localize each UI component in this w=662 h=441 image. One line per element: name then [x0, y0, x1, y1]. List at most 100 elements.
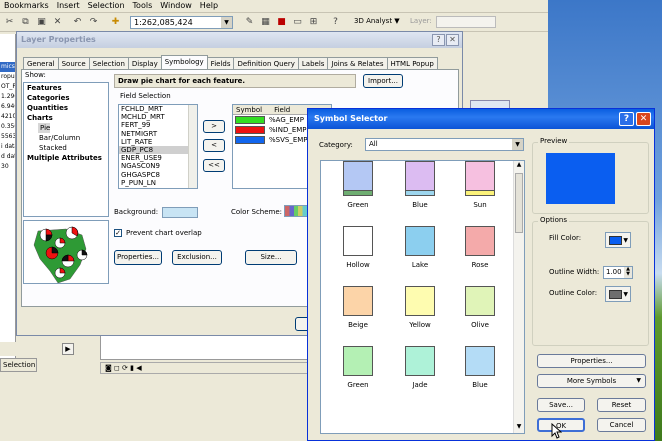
fill-color-button[interactable]: ▼: [605, 232, 631, 248]
show-item-multiple-attributes[interactable]: Multiple Attributes: [24, 153, 108, 163]
delete-icon[interactable]: ✕: [52, 17, 63, 28]
field-item[interactable]: NGASC0N9: [119, 162, 197, 170]
color-scheme-select[interactable]: [284, 205, 308, 217]
symbol-swatch-item[interactable]: Hollow: [329, 226, 387, 269]
remove-field-button[interactable]: <: [203, 139, 225, 152]
editor-icon[interactable]: ✎: [244, 17, 255, 28]
tab-symbology[interactable]: Symbology: [160, 55, 208, 70]
field-item[interactable]: LIT_RATE: [119, 138, 197, 146]
menu-insert[interactable]: Insert: [53, 0, 84, 11]
selection-tab[interactable]: Selection: [0, 358, 37, 372]
field-item[interactable]: ENER_USE9: [119, 154, 197, 162]
symbol-swatch-item[interactable]: [329, 161, 387, 196]
symbol-swatch[interactable]: [235, 116, 265, 124]
copy-icon[interactable]: ⧉: [20, 17, 31, 28]
symbol-swatch-item[interactable]: Jade: [391, 346, 449, 389]
toc-line: d dat: [1, 153, 15, 160]
menu-tools[interactable]: Tools: [129, 0, 157, 11]
field-list[interactable]: FCHLD_MRT MCHLD_MRT FERT_99 NETMIGRT LIT…: [118, 104, 198, 189]
symbol-swatch-item[interactable]: Blue: [451, 346, 509, 389]
arctoolbox-icon[interactable]: ■: [276, 17, 287, 28]
spinner-icon[interactable]: ▲ ▼: [624, 267, 632, 278]
whats-this-icon[interactable]: ?: [330, 17, 341, 28]
menu-bar: Bookmarks Insert Selection Tools Window Help: [0, 0, 548, 13]
symbol-swatch-item[interactable]: Rose: [451, 226, 509, 269]
exclusion-button[interactable]: Exclusion...: [172, 250, 222, 265]
show-item-charts[interactable]: Charts: [24, 113, 108, 123]
layout-view-icon[interactable]: ◙ ◻ ⟳ ▮ ◀: [105, 364, 142, 372]
show-item-pie[interactable]: Pie: [38, 123, 51, 133]
field-item[interactable]: FCHLD_MRT: [119, 105, 197, 113]
show-item-bar-column[interactable]: Bar/Column: [24, 133, 108, 143]
symbol-swatch-item[interactable]: [391, 161, 449, 196]
toc-line: 5563: [1, 133, 15, 140]
table-icon[interactable]: ▦: [260, 17, 271, 28]
layer-select[interactable]: [436, 16, 496, 28]
symbol-swatch-label: Lake: [411, 261, 429, 269]
field-item[interactable]: P_PUN_LN: [119, 179, 197, 187]
command-line-icon[interactable]: ▭: [292, 17, 303, 28]
field-list-scrollbar[interactable]: [188, 105, 197, 188]
symbol-swatch-item[interactable]: Beige: [329, 286, 387, 329]
paste-icon[interactable]: ▣: [36, 17, 47, 28]
field-item[interactable]: MCHLD_MRT: [119, 113, 197, 121]
field-item[interactable]: FERT_99: [119, 121, 197, 129]
import-button[interactable]: Import...: [363, 74, 403, 88]
symbol-swatch-item[interactable]: Olive: [451, 286, 509, 329]
show-item-categories[interactable]: Categories: [24, 93, 108, 103]
help-icon[interactable]: ?: [432, 34, 445, 46]
fill-color-label: Fill Color:: [549, 234, 582, 242]
map-scale-select[interactable]: 1:262,085,424 ▼: [130, 16, 233, 29]
show-item-stacked[interactable]: Stacked: [24, 143, 108, 153]
3d-analyst-menu[interactable]: 3D Analyst ▼: [354, 17, 400, 25]
outline-color-button[interactable]: ▼: [605, 286, 631, 302]
reset-button[interactable]: Reset: [597, 398, 646, 412]
size-button[interactable]: Size...: [245, 250, 297, 265]
close-icon[interactable]: ✕: [636, 112, 651, 126]
scroll-down-icon[interactable]: ▼: [514, 423, 524, 433]
category-select[interactable]: All ▼: [365, 138, 524, 151]
outline-width-input[interactable]: 1.00 ▲ ▼: [603, 266, 633, 279]
scroll-right-icon[interactable]: ▶: [62, 343, 74, 355]
cancel-button[interactable]: Cancel: [597, 418, 646, 432]
symbol-swatch-item[interactable]: Yellow: [391, 286, 449, 329]
field-item[interactable]: GHGASPC8: [119, 171, 197, 179]
close-icon[interactable]: ✕: [446, 34, 459, 46]
field-item[interactable]: NETMIGRT: [119, 130, 197, 138]
help-icon[interactable]: ?: [619, 112, 634, 126]
cut-icon[interactable]: ✂: [4, 17, 15, 28]
show-item-features[interactable]: Features: [24, 83, 108, 93]
show-tree[interactable]: Features Categories Quantities Charts Pi…: [23, 82, 109, 217]
symbol-properties-button[interactable]: Properties...: [537, 354, 646, 368]
scroll-up-icon[interactable]: ▲: [514, 161, 524, 171]
toc-line: 1.29C: [1, 93, 15, 100]
toc-line: 30: [1, 163, 9, 170]
menu-help[interactable]: Help: [196, 0, 222, 11]
model-builder-icon[interactable]: ⊞: [308, 17, 319, 28]
menu-selection[interactable]: Selection: [84, 0, 129, 11]
redo-icon[interactable]: ↷: [88, 17, 99, 28]
toc-horizontal-scrollbar[interactable]: ▶: [0, 342, 77, 356]
symbol-swatch-box: [343, 346, 373, 376]
scroll-thumb[interactable]: [515, 173, 523, 233]
symbol-swatch[interactable]: [235, 136, 265, 144]
properties-button[interactable]: Properties...: [114, 250, 162, 265]
background-color-button[interactable]: [162, 207, 198, 218]
symbol-grid-scrollbar[interactable]: ▲ ▼: [513, 161, 524, 433]
remove-all-fields-button[interactable]: <<: [203, 159, 225, 172]
field-item-selected[interactable]: GDP_PC8: [119, 146, 197, 155]
symbol-swatch-item[interactable]: Lake: [391, 226, 449, 269]
undo-icon[interactable]: ↶: [72, 17, 83, 28]
add-field-button[interactable]: >: [203, 120, 225, 133]
symbol-grid[interactable]: ▲ ▼ Green Blue Sun Hollow Lake Rose Beige Yello…: [320, 160, 525, 434]
show-item-quantities[interactable]: Quantities: [24, 103, 108, 113]
symbol-swatch-item[interactable]: Green: [329, 346, 387, 389]
symbol-swatch-item[interactable]: [451, 161, 509, 196]
more-symbols-button[interactable]: More Symbols ▼: [537, 374, 646, 388]
symbol-swatch[interactable]: [235, 126, 265, 134]
prevent-overlap-checkbox[interactable]: ✓: [114, 229, 122, 237]
save-button[interactable]: Save...: [537, 398, 585, 412]
add-data-icon[interactable]: ✚: [110, 17, 121, 28]
menu-window[interactable]: Window: [156, 0, 196, 11]
menu-bookmarks[interactable]: Bookmarks: [0, 0, 53, 11]
